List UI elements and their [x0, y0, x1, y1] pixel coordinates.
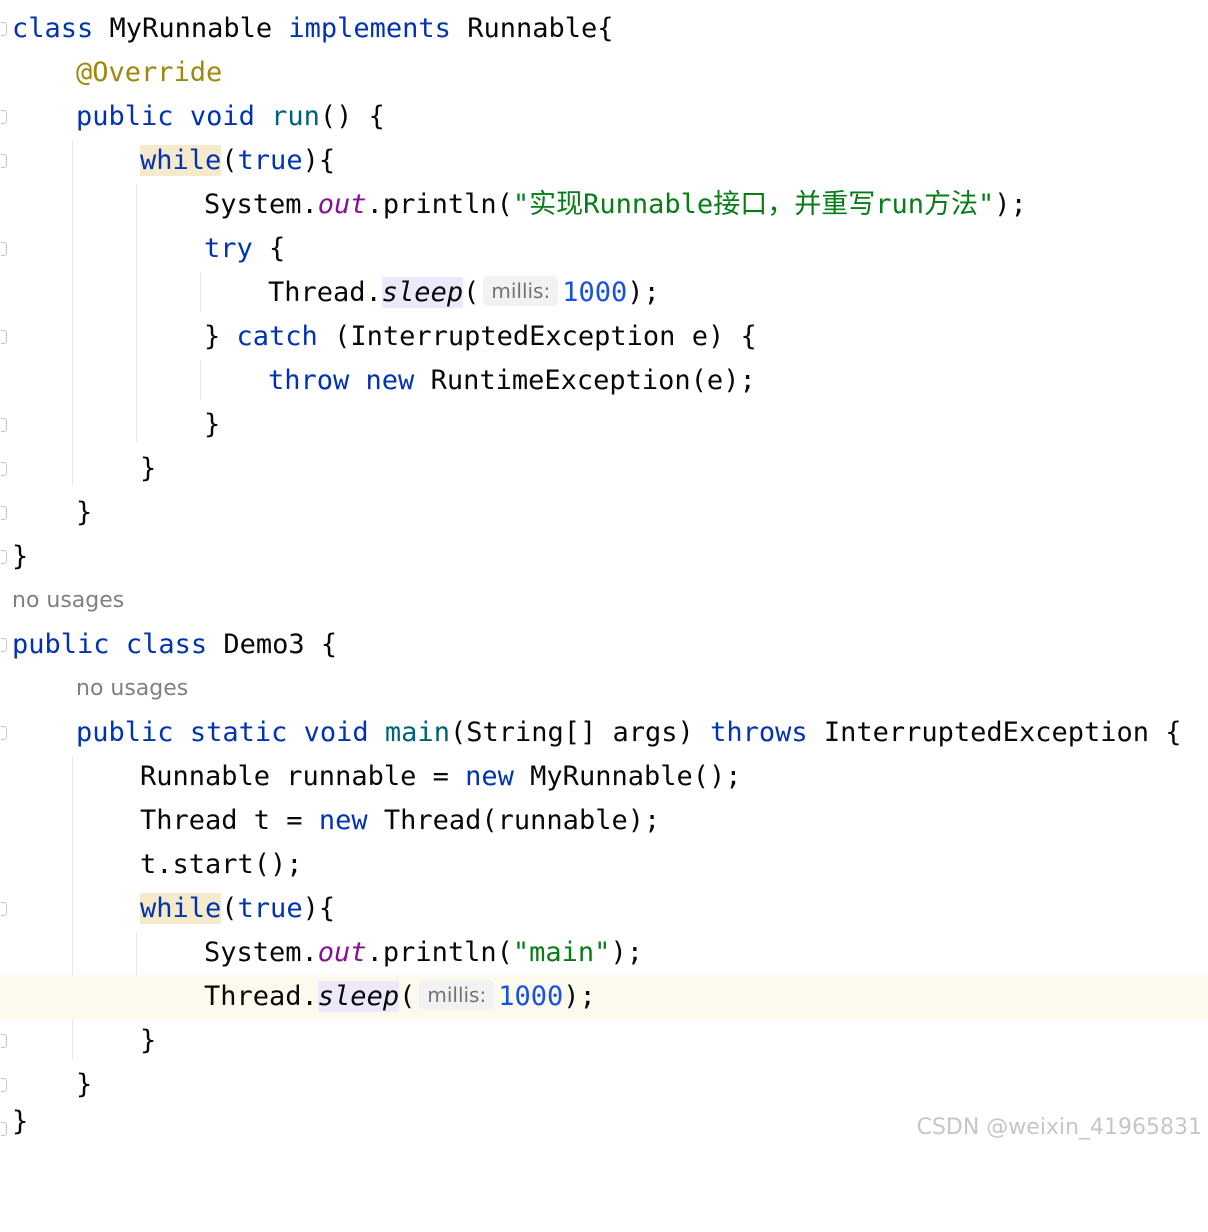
annotation-override: @Override [76, 57, 223, 88]
static-field-out: out [317, 937, 367, 968]
keyword-public: public [12, 629, 110, 660]
keyword-class: class [12, 13, 94, 44]
keyword-throw: throw [268, 365, 350, 396]
keyword-true: true [237, 893, 303, 924]
keyword-while: while [140, 893, 222, 924]
code-line[interactable]: class MyRunnable implements Runnable{ [0, 7, 1208, 51]
code-line[interactable]: public static void main(String[] args) t… [0, 711, 1208, 755]
keyword-catch: catch [236, 321, 318, 352]
keyword-implements: implements [288, 13, 451, 44]
code-line[interactable]: Thread.sleep(millis: 1000); [0, 271, 1208, 315]
usage-hint[interactable]: no usages [0, 667, 1208, 711]
interface-name: Runnable{ [467, 13, 614, 44]
keyword-public: public [76, 101, 174, 132]
code-line[interactable]: } [0, 491, 1208, 535]
code-line[interactable]: t.start(); [0, 843, 1208, 887]
code-line[interactable]: try { [0, 227, 1208, 271]
code-line[interactable]: throw new RuntimeException(e); [0, 359, 1208, 403]
code-line[interactable]: } [0, 535, 1208, 579]
keyword-try: try [204, 233, 253, 264]
class-name: Demo3 { [223, 629, 338, 660]
code-line[interactable]: } [0, 447, 1208, 491]
code-line[interactable]: System.out.println("main"); [0, 931, 1208, 975]
keyword-void: void [303, 717, 369, 748]
code-line[interactable]: Thread t = new Thread(runnable); [0, 799, 1208, 843]
static-field-out: out [317, 189, 367, 220]
watermark: CSDN @weixin_41965831 [916, 1115, 1202, 1140]
keyword-class: class [125, 629, 208, 660]
code-line[interactable]: System.out.println("实现Runnable接口，并重写run方… [0, 183, 1208, 227]
current-code-line[interactable]: Thread.sleep(millis: 1000); [0, 975, 1208, 1019]
keyword-true: true [237, 145, 303, 176]
keyword-static: static [189, 717, 288, 748]
params: () { [319, 101, 385, 132]
parameter-hint: millis: [419, 980, 495, 1010]
keyword-new: new [365, 365, 415, 396]
string-literal: "实现Runnable接口，并重写run方法" [512, 189, 995, 220]
keyword-while: while [140, 145, 222, 176]
parameter-hint: millis: [483, 276, 559, 306]
code-line[interactable]: public void run() { [0, 95, 1208, 139]
class-name: MyRunnable [109, 13, 273, 44]
code-line[interactable]: while(true){ [0, 887, 1208, 931]
number-literal: 1000 [498, 981, 564, 1012]
code-line[interactable]: } [0, 403, 1208, 447]
method-sleep: sleep [317, 981, 400, 1012]
method-name-run: run [271, 101, 320, 132]
number-literal: 1000 [562, 277, 628, 308]
code-line[interactable]: public class Demo3 { [0, 623, 1208, 667]
string-literal: "main" [512, 937, 611, 968]
usage-hint[interactable]: no usages [0, 579, 1208, 623]
code-line[interactable]: @Override [0, 51, 1208, 95]
keyword-new: new [465, 761, 514, 792]
keyword-public: public [76, 717, 174, 748]
code-line[interactable]: } [0, 1019, 1208, 1063]
code-line[interactable]: } catch (InterruptedException e) { [0, 315, 1208, 359]
keyword-void: void [189, 101, 255, 132]
code-line[interactable]: while(true){ [0, 139, 1208, 183]
keyword-throws: throws [710, 717, 808, 748]
code-editor[interactable]: class MyRunnable implements Runnable{ @O… [0, 0, 1208, 1144]
method-sleep: sleep [381, 277, 464, 308]
keyword-new: new [318, 805, 368, 836]
code-line[interactable]: Runnable runnable = new MyRunnable(); [0, 755, 1208, 799]
method-name-main: main [384, 717, 450, 748]
